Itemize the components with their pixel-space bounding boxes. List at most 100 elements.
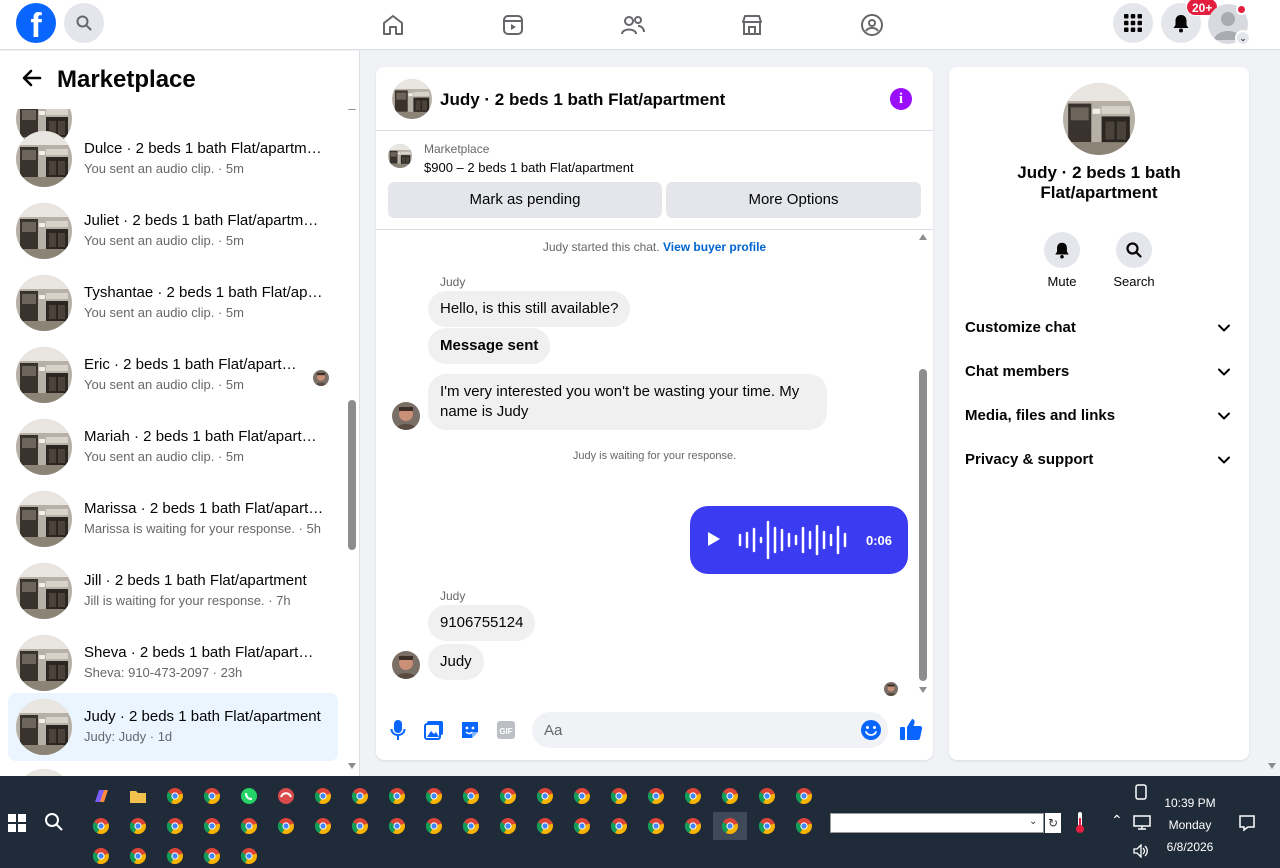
taskbar-folder-icon[interactable] — [121, 782, 155, 810]
taskbar-chrome-icon[interactable] — [158, 782, 192, 810]
taskbar-chrome-icon[interactable] — [713, 782, 747, 810]
accordion-customize-chat[interactable]: Customize chat — [957, 308, 1241, 348]
chat-scroll-up-arrow-icon[interactable] — [919, 234, 927, 240]
taskbar-chrome-icon[interactable] — [528, 812, 562, 840]
back-arrow-icon[interactable] — [20, 66, 44, 90]
accordion-media-files-links[interactable]: Media, files and links — [957, 396, 1241, 436]
sender-avatar[interactable] — [392, 651, 420, 679]
conversation-item[interactable]: Marissa · 2 beds 1 bath Flat/apartment M… — [8, 485, 338, 553]
taskbar-chrome-icon[interactable] — [602, 812, 636, 840]
taskbar-copilot-icon[interactable] — [84, 782, 118, 810]
sidebar-scrollbar[interactable] — [348, 400, 356, 550]
taskbar-whatsapp-icon[interactable] — [232, 782, 266, 810]
taskbar-chrome-icon[interactable] — [232, 842, 266, 868]
facebook-logo[interactable]: f — [16, 3, 56, 43]
taskbar-chrome-icon[interactable] — [565, 812, 599, 840]
tablet-mode-icon[interactable] — [1134, 784, 1148, 800]
thermometer-icon[interactable] — [1072, 810, 1088, 834]
taskbar-chrome-icon[interactable] — [787, 782, 821, 810]
taskbar-chrome-icon[interactable] — [380, 782, 414, 810]
refresh-icon[interactable]: ↻ — [1045, 813, 1061, 833]
sticker-icon[interactable] — [459, 719, 481, 741]
taskbar-chrome-icon[interactable] — [417, 812, 451, 840]
taskbar-chrome-icon[interactable] — [306, 782, 340, 810]
gif-icon[interactable]: GIF — [495, 719, 517, 741]
taskbar-chrome-icon[interactable] — [750, 812, 784, 840]
taskbar-chrome-icon[interactable] — [343, 782, 377, 810]
chat-scrollbar[interactable] — [919, 369, 927, 681]
windows-start-icon[interactable] — [8, 814, 26, 832]
accordion-chat-members[interactable]: Chat members — [957, 352, 1241, 392]
conversation-item[interactable]: Mariah · 2 beds 1 bath Flat/apartment Yo… — [8, 413, 338, 481]
network-icon[interactable] — [1133, 814, 1151, 830]
taskbar-chrome-icon[interactable] — [306, 812, 340, 840]
details-title[interactable]: Judy · 2 beds 1 bath Flat/apartment — [969, 163, 1229, 203]
info-icon[interactable]: i — [890, 88, 912, 110]
taskbar-chrome-icon[interactable] — [454, 812, 488, 840]
conversation-item[interactable]: Eric · 2 beds 1 bath Flat/apartment You … — [8, 341, 338, 409]
home-icon[interactable] — [378, 10, 408, 40]
taskbar-chrome-icon[interactable] — [158, 812, 192, 840]
friends-icon[interactable] — [618, 10, 648, 40]
volume-icon[interactable] — [1133, 844, 1149, 858]
taskbar-chrome-icon[interactable] — [639, 812, 673, 840]
taskbar-chrome-icon[interactable] — [454, 782, 488, 810]
microphone-icon[interactable] — [387, 719, 409, 741]
scroll-down-arrow-icon[interactable] — [348, 763, 356, 769]
message-input[interactable] — [532, 712, 852, 748]
conversation-item[interactable]: Juliet · 2 beds 1 bath Flat/apartment Yo… — [8, 197, 338, 265]
mark-as-pending-button[interactable]: Mark as pending — [388, 182, 662, 218]
taskbar-chrome-icon[interactable] — [380, 812, 414, 840]
conversation-item[interactable]: Dulce · 2 beds 1 bath Flat/apartment You… — [8, 125, 338, 193]
taskbar-chrome-icon[interactable] — [602, 782, 636, 810]
taskbar-app-icon[interactable] — [269, 782, 303, 810]
conversation-item-active[interactable]: Judy · 2 beds 1 bath Flat/apartment Judy… — [8, 693, 338, 761]
taskbar-chrome-icon[interactable] — [713, 812, 747, 840]
listing-thumbnail[interactable] — [1063, 83, 1135, 155]
taskbar-chrome-icon[interactable] — [195, 782, 229, 810]
taskbar-search-icon[interactable] — [44, 812, 64, 832]
taskbar-chrome-icon[interactable] — [195, 812, 229, 840]
taskbar-chrome-icon[interactable] — [676, 782, 710, 810]
play-icon[interactable] — [708, 532, 720, 546]
show-hidden-icons-chevron-icon[interactable]: ⌃ — [1111, 812, 1123, 829]
conversation-item-partial[interactable] — [8, 763, 338, 776]
mute-button[interactable]: Mute — [1032, 232, 1092, 289]
chat-title[interactable]: Judy · 2 beds 1 bath Flat/apartment — [440, 90, 725, 110]
taskbar-chrome-icon[interactable] — [121, 812, 155, 840]
more-options-button[interactable]: More Options — [666, 182, 921, 218]
marketplace-icon[interactable] — [737, 10, 767, 40]
taskbar-chrome-icon[interactable] — [121, 842, 155, 868]
taskbar-chrome-icon[interactable] — [750, 782, 784, 810]
taskbar-chrome-icon[interactable] — [528, 782, 562, 810]
thumbs-up-icon[interactable] — [898, 716, 924, 742]
dropdown-chevron-icon[interactable]: ⌄ — [1029, 816, 1037, 827]
taskbar-address-field[interactable]: ⌄ — [830, 813, 1044, 833]
taskbar-chrome-icon[interactable] — [491, 782, 525, 810]
taskbar-chrome-icon[interactable] — [417, 782, 451, 810]
taskbar-chrome-icon[interactable] — [158, 842, 192, 868]
taskbar-chrome-icon[interactable] — [491, 812, 525, 840]
taskbar-chrome-icon[interactable] — [269, 812, 303, 840]
taskbar-chrome-icon[interactable] — [232, 812, 266, 840]
listing-price[interactable]: $900 – 2 beds 1 bath Flat/apartment — [424, 160, 634, 175]
taskbar-clock[interactable]: 10:39 PM Monday 6/8/2026 — [1150, 792, 1230, 858]
taskbar-chrome-icon[interactable] — [84, 842, 118, 868]
groups-icon[interactable] — [857, 10, 887, 40]
view-buyer-profile-link[interactable]: View buyer profile — [663, 240, 766, 254]
accordion-privacy-support[interactable]: Privacy & support — [957, 440, 1241, 480]
taskbar-chrome-icon[interactable] — [84, 812, 118, 840]
photo-icon[interactable] — [423, 719, 445, 741]
menu-grid-icon[interactable] — [1113, 3, 1153, 43]
sender-avatar[interactable] — [392, 402, 420, 430]
taskbar-chrome-icon[interactable] — [565, 782, 599, 810]
emoji-icon[interactable] — [860, 719, 882, 741]
listing-thumbnail[interactable] — [388, 144, 412, 168]
search-icon[interactable] — [64, 3, 104, 43]
taskbar-chrome-icon[interactable] — [676, 812, 710, 840]
notification-center-icon[interactable] — [1238, 814, 1256, 832]
conversation-item[interactable]: Tyshantae · 2 beds 1 bath Flat/apartment… — [8, 269, 338, 337]
taskbar-chrome-icon[interactable] — [639, 782, 673, 810]
account-chevron-icon[interactable]: ⌄ — [1235, 30, 1251, 46]
search-conversation-button[interactable]: Search — [1104, 232, 1164, 289]
